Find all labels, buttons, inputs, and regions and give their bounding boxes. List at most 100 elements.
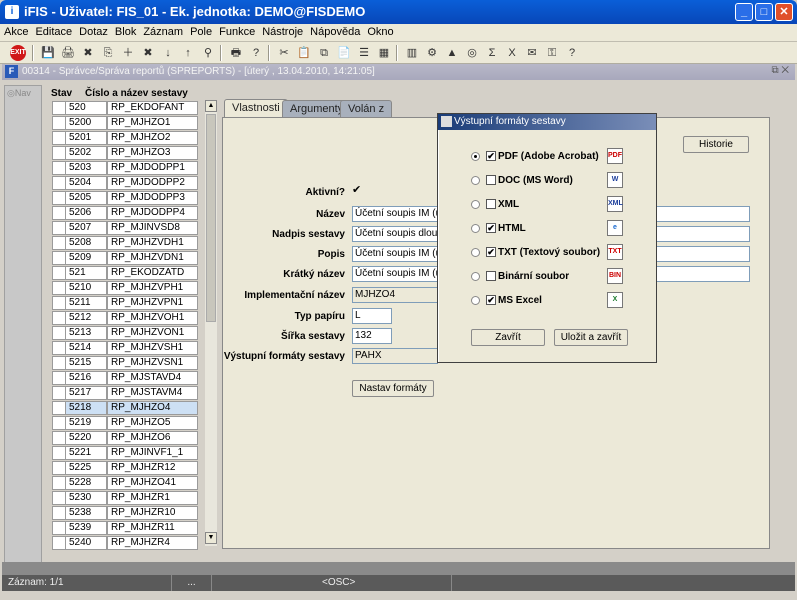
row-number[interactable]: 5200	[65, 116, 107, 130]
menu-item-9[interactable]: Okno	[363, 24, 396, 38]
row-name[interactable]: RP_MJHZVDH1	[107, 236, 198, 250]
inner-window-controls[interactable]: ⧉ ✕	[771, 65, 789, 76]
format-radio[interactable]	[471, 296, 480, 305]
row-number[interactable]: 5221	[65, 446, 107, 460]
row-status[interactable]	[52, 446, 66, 460]
format-radio[interactable]	[471, 176, 480, 185]
popis-field-extension[interactable]	[656, 246, 750, 262]
row-number[interactable]: 5209	[65, 251, 107, 265]
key-icon[interactable]: ⚿	[544, 45, 560, 61]
clipboard-icon[interactable]: 📄	[336, 45, 352, 61]
nadpis-field[interactable]: Účetní soupis dlouhod	[352, 226, 438, 242]
delete-icon[interactable]: ✖	[80, 45, 96, 61]
popis-field[interactable]: Účetní soupis IM (účty	[352, 246, 438, 262]
row-status[interactable]	[52, 116, 66, 130]
delete-record-icon[interactable]: ✖	[140, 45, 156, 61]
row-number[interactable]: 520	[65, 101, 107, 115]
cut-icon[interactable]: ✂	[276, 45, 292, 61]
row-name[interactable]: RP_MJSTAVM4	[107, 386, 198, 400]
sum-icon[interactable]: Σ	[484, 45, 500, 61]
excel-icon[interactable]: X	[504, 45, 520, 61]
format-radio[interactable]	[471, 248, 480, 257]
format-radio[interactable]	[471, 224, 480, 233]
menu-item-2[interactable]: Dotaz	[75, 24, 111, 38]
row-name[interactable]: RP_MJINVSD8	[107, 221, 198, 235]
format-checkbox[interactable]: ✔	[486, 295, 496, 305]
row-name[interactable]: RP_MJHZO2	[107, 131, 198, 145]
row-name[interactable]: RP_MJINVF1_1	[107, 446, 198, 460]
row-name[interactable]: RP_MJHZO3	[107, 146, 198, 160]
tab-volan-z[interactable]: Volán z	[340, 100, 393, 118]
kratky-field-extension[interactable]	[656, 266, 750, 282]
row-name[interactable]: RP_MJHZR10	[107, 506, 198, 520]
row-name[interactable]: RP_MJHZVON1	[107, 326, 198, 340]
row-name[interactable]: RP_MJHZVOH1	[107, 311, 198, 325]
row-number[interactable]: 5207	[65, 221, 107, 235]
row-status[interactable]	[52, 266, 66, 280]
row-name[interactable]: RP_EKODZATD	[107, 266, 198, 280]
row-number[interactable]: 5211	[65, 296, 107, 310]
sort-asc-icon[interactable]: ↓	[160, 45, 176, 61]
row-status[interactable]	[52, 101, 66, 115]
nastav-formaty-button[interactable]: Nastav formáty	[352, 380, 434, 397]
menu-item-4[interactable]: Záznam	[139, 24, 186, 38]
row-name[interactable]: RP_MJHZO1	[107, 116, 198, 130]
row-status[interactable]	[52, 191, 66, 205]
nazev-field[interactable]: Účetní soupis IM (účty	[352, 206, 438, 222]
menu-item-3[interactable]: Blok	[111, 24, 139, 38]
vystupni-field[interactable]: PAHX	[352, 348, 438, 364]
row-number[interactable]: 5217	[65, 386, 107, 400]
chart-icon[interactable]: ▲	[444, 45, 460, 61]
filter-icon[interactable]: ⚲	[200, 45, 216, 61]
menu-item-6[interactable]: Funkce	[215, 24, 258, 38]
row-number[interactable]: 5210	[65, 281, 107, 295]
row-status[interactable]	[52, 176, 66, 190]
globe-icon[interactable]: ◎	[464, 45, 480, 61]
row-status[interactable]	[52, 206, 66, 220]
row-number[interactable]: 5220	[65, 431, 107, 445]
row-number[interactable]: 5206	[65, 206, 107, 220]
row-status[interactable]	[52, 146, 66, 160]
copy-doc-icon[interactable]: ⧉	[316, 45, 332, 61]
row-status[interactable]	[52, 401, 66, 415]
row-number[interactable]: 5230	[65, 491, 107, 505]
row-number[interactable]: 5219	[65, 416, 107, 430]
zavrit-button[interactable]: Zavřít	[471, 329, 545, 346]
sort-desc-icon[interactable]: ↑	[180, 45, 196, 61]
row-number[interactable]: 5216	[65, 371, 107, 385]
row-status[interactable]	[52, 296, 66, 310]
maximize-button[interactable]: □	[755, 3, 773, 21]
format-checkbox[interactable]	[486, 175, 496, 185]
printer-icon[interactable]: 🖶	[228, 45, 244, 61]
row-number[interactable]: 5213	[65, 326, 107, 340]
row-status[interactable]	[52, 311, 66, 325]
row-number[interactable]: 5203	[65, 161, 107, 175]
calc-icon[interactable]: ▥	[404, 45, 420, 61]
row-number[interactable]: 5218	[65, 401, 107, 415]
row-name[interactable]: RP_MJSTAVD4	[107, 371, 198, 385]
row-number[interactable]: 5239	[65, 521, 107, 535]
format-radio[interactable]	[471, 152, 480, 161]
menu-item-7[interactable]: Nástroje	[258, 24, 306, 38]
query-icon[interactable]: ?	[248, 45, 264, 61]
scroll-up-icon[interactable]: ▲	[205, 100, 217, 112]
exit-button[interactable]: EXIT	[10, 45, 26, 61]
list-scrollbar[interactable]: ▲ ▼	[205, 100, 217, 546]
format-checkbox[interactable]: ✔	[486, 223, 496, 233]
help-icon[interactable]: ?	[564, 45, 580, 61]
row-number[interactable]: 5238	[65, 506, 107, 520]
row-name[interactable]: RP_MJDODPP4	[107, 206, 198, 220]
tab-vlastnosti[interactable]: Vlastnosti	[224, 99, 288, 119]
row-name[interactable]: RP_MJDODPP3	[107, 191, 198, 205]
row-number[interactable]: 5201	[65, 131, 107, 145]
row-name[interactable]: RP_MJHZR4	[107, 536, 198, 550]
row-number[interactable]: 5205	[65, 191, 107, 205]
format-checkbox[interactable]: ✔	[486, 151, 496, 161]
row-status[interactable]	[52, 131, 66, 145]
row-number[interactable]: 5212	[65, 311, 107, 325]
row-number[interactable]: 5225	[65, 461, 107, 475]
row-name[interactable]: RP_MJHZR1	[107, 491, 198, 505]
row-status[interactable]	[52, 476, 66, 490]
row-name[interactable]: RP_MJHZVPN1	[107, 296, 198, 310]
row-status[interactable]	[52, 236, 66, 250]
